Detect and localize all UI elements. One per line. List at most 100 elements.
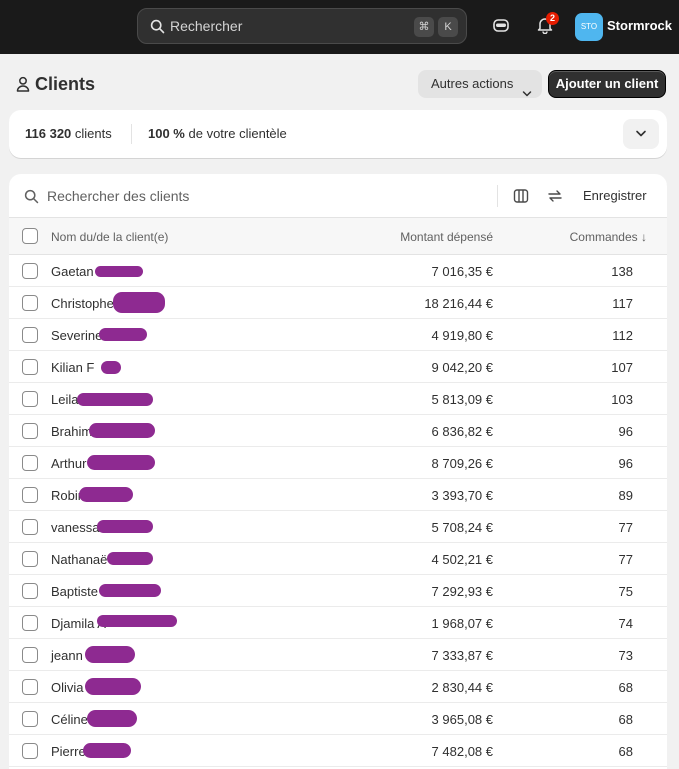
customer-name[interactable]: Olivia	[51, 680, 84, 695]
row-checkbox[interactable]	[22, 615, 38, 631]
order-count: 103	[611, 392, 633, 407]
order-count: 107	[611, 360, 633, 375]
amount-spent: 7 292,93 €	[431, 584, 493, 599]
customer-count: 116 320 clients	[25, 126, 112, 141]
customer-name[interactable]: vanessa	[51, 520, 99, 535]
amount-spent: 4 919,80 €	[431, 328, 493, 343]
global-search-placeholder: Rechercher	[170, 18, 243, 34]
redaction-mark	[87, 710, 137, 727]
column-header-orders[interactable]: Commandes ↓	[570, 230, 647, 244]
row-checkbox[interactable]	[22, 327, 38, 343]
order-count: 75	[618, 584, 633, 599]
amount-spent: 18 216,44 €	[424, 296, 493, 311]
table-row[interactable]: jeann 7 333,87 € 73	[9, 639, 667, 671]
table-row[interactable]: Céline 3 965,08 € 68	[9, 703, 667, 735]
amount-spent: 8 709,26 €	[431, 456, 493, 471]
order-count: 138	[611, 264, 633, 279]
customer-name[interactable]: Severine	[51, 328, 102, 343]
row-checkbox[interactable]	[22, 295, 38, 311]
order-count: 77	[618, 552, 633, 567]
column-header-name[interactable]: Nom du/de la client(e)	[51, 230, 168, 244]
row-checkbox[interactable]	[22, 647, 38, 663]
other-actions-button[interactable]: Autres actions	[418, 70, 542, 98]
table-row[interactable]: Nathanaë 4 502,21 € 77	[9, 543, 667, 575]
sidekick-icon[interactable]	[492, 16, 510, 37]
row-checkbox[interactable]	[22, 679, 38, 695]
row-checkbox[interactable]	[22, 711, 38, 727]
customer-name[interactable]: Céline	[51, 712, 88, 727]
row-checkbox[interactable]	[22, 391, 38, 407]
columns-icon[interactable]	[513, 188, 529, 207]
row-checkbox[interactable]	[22, 583, 38, 599]
table-row[interactable]: Severine 4 919,80 € 112	[9, 319, 667, 351]
redaction-mark	[113, 292, 165, 313]
page-header: Clients Autres actions Ajouter un client	[0, 54, 679, 110]
customer-name[interactable]: Baptiste	[51, 584, 98, 599]
customers-table-card: Rechercher des clients Enregistrer Nom d…	[9, 174, 667, 769]
customer-name[interactable]: Brahim	[51, 424, 92, 439]
amount-spent: 9 042,20 €	[431, 360, 493, 375]
redaction-mark	[97, 615, 177, 627]
customer-name[interactable]: Kilian F	[51, 360, 94, 375]
table-row[interactable]: Brahim 6 836,82 € 96	[9, 415, 667, 447]
order-count: 112	[612, 328, 633, 343]
customer-search-input[interactable]: Rechercher des clients	[47, 188, 189, 204]
expand-summary-button[interactable]	[623, 119, 659, 149]
redaction-mark	[79, 487, 133, 502]
order-count: 96	[618, 456, 633, 471]
row-checkbox[interactable]	[22, 263, 38, 279]
customer-name[interactable]: Leila	[51, 392, 78, 407]
chevron-down-icon	[636, 130, 646, 137]
customer-name[interactable]: Gaetan	[51, 264, 94, 279]
table-row[interactable]: Gaetan 7 016,35 € 138	[9, 255, 667, 287]
table-row[interactable]: Christophe 18 216,44 € 117	[9, 287, 667, 319]
row-checkbox[interactable]	[22, 743, 38, 759]
column-header-amount[interactable]: Montant dépensé	[400, 230, 493, 244]
redaction-mark	[85, 678, 141, 695]
order-count: 89	[618, 488, 633, 503]
table-row[interactable]: Baptiste 7 292,93 € 75	[9, 575, 667, 607]
amount-spent: 3 965,08 €	[431, 712, 493, 727]
order-count: 73	[618, 648, 633, 663]
global-search-input[interactable]: Rechercher ⌘ K	[137, 8, 467, 44]
row-checkbox[interactable]	[22, 551, 38, 567]
table-row[interactable]: Pierre 7 482,08 € 68	[9, 735, 667, 767]
redaction-mark	[83, 743, 131, 758]
add-client-button[interactable]: Ajouter un client	[548, 70, 666, 98]
row-checkbox[interactable]	[22, 519, 38, 535]
store-avatar[interactable]: STO	[575, 13, 603, 41]
store-name[interactable]: Stormrock	[607, 18, 672, 33]
table-row[interactable]: Leila 5 813,09 € 103	[9, 383, 667, 415]
sort-icon[interactable]	[547, 188, 563, 207]
table-row[interactable]: Arthur 8 709,26 € 96	[9, 447, 667, 479]
filter-bar: Rechercher des clients Enregistrer	[9, 174, 667, 218]
customer-name[interactable]: jeann	[51, 648, 83, 663]
customer-summary: 116 320 clients 100 % de votre clientèle	[9, 110, 667, 158]
shortcut-k-key: K	[438, 17, 458, 37]
redaction-mark	[85, 646, 135, 663]
customer-name[interactable]: Pierre	[51, 744, 86, 759]
amount-spent: 7 333,87 €	[431, 648, 493, 663]
row-checkbox[interactable]	[22, 423, 38, 439]
save-button[interactable]: Enregistrer	[583, 188, 647, 203]
customer-name[interactable]: Arthur	[51, 456, 86, 471]
redaction-mark	[87, 455, 155, 470]
row-checkbox[interactable]	[22, 359, 38, 375]
amount-spent: 6 836,82 €	[431, 424, 493, 439]
redaction-mark	[107, 552, 153, 565]
row-checkbox[interactable]	[22, 455, 38, 471]
row-checkbox[interactable]	[22, 487, 38, 503]
table-row[interactable]: Djamila A 1 968,07 € 74	[9, 607, 667, 639]
select-all-checkbox[interactable]	[22, 228, 38, 244]
customer-name[interactable]: Nathanaë	[51, 552, 107, 567]
order-count: 68	[618, 712, 633, 727]
table-row[interactable]: Kilian F 9 042,20 € 107	[9, 351, 667, 383]
customer-name[interactable]: Christophe	[51, 296, 114, 311]
other-actions-label: Autres actions	[431, 76, 514, 91]
shortcut-cmd-key: ⌘	[414, 17, 434, 37]
amount-spent: 5 813,09 €	[431, 392, 493, 407]
table-row[interactable]: vanessa 5 708,24 € 77	[9, 511, 667, 543]
table-row[interactable]: Robin 3 393,70 € 89	[9, 479, 667, 511]
divider	[131, 124, 132, 144]
table-row[interactable]: Olivia 2 830,44 € 68	[9, 671, 667, 703]
